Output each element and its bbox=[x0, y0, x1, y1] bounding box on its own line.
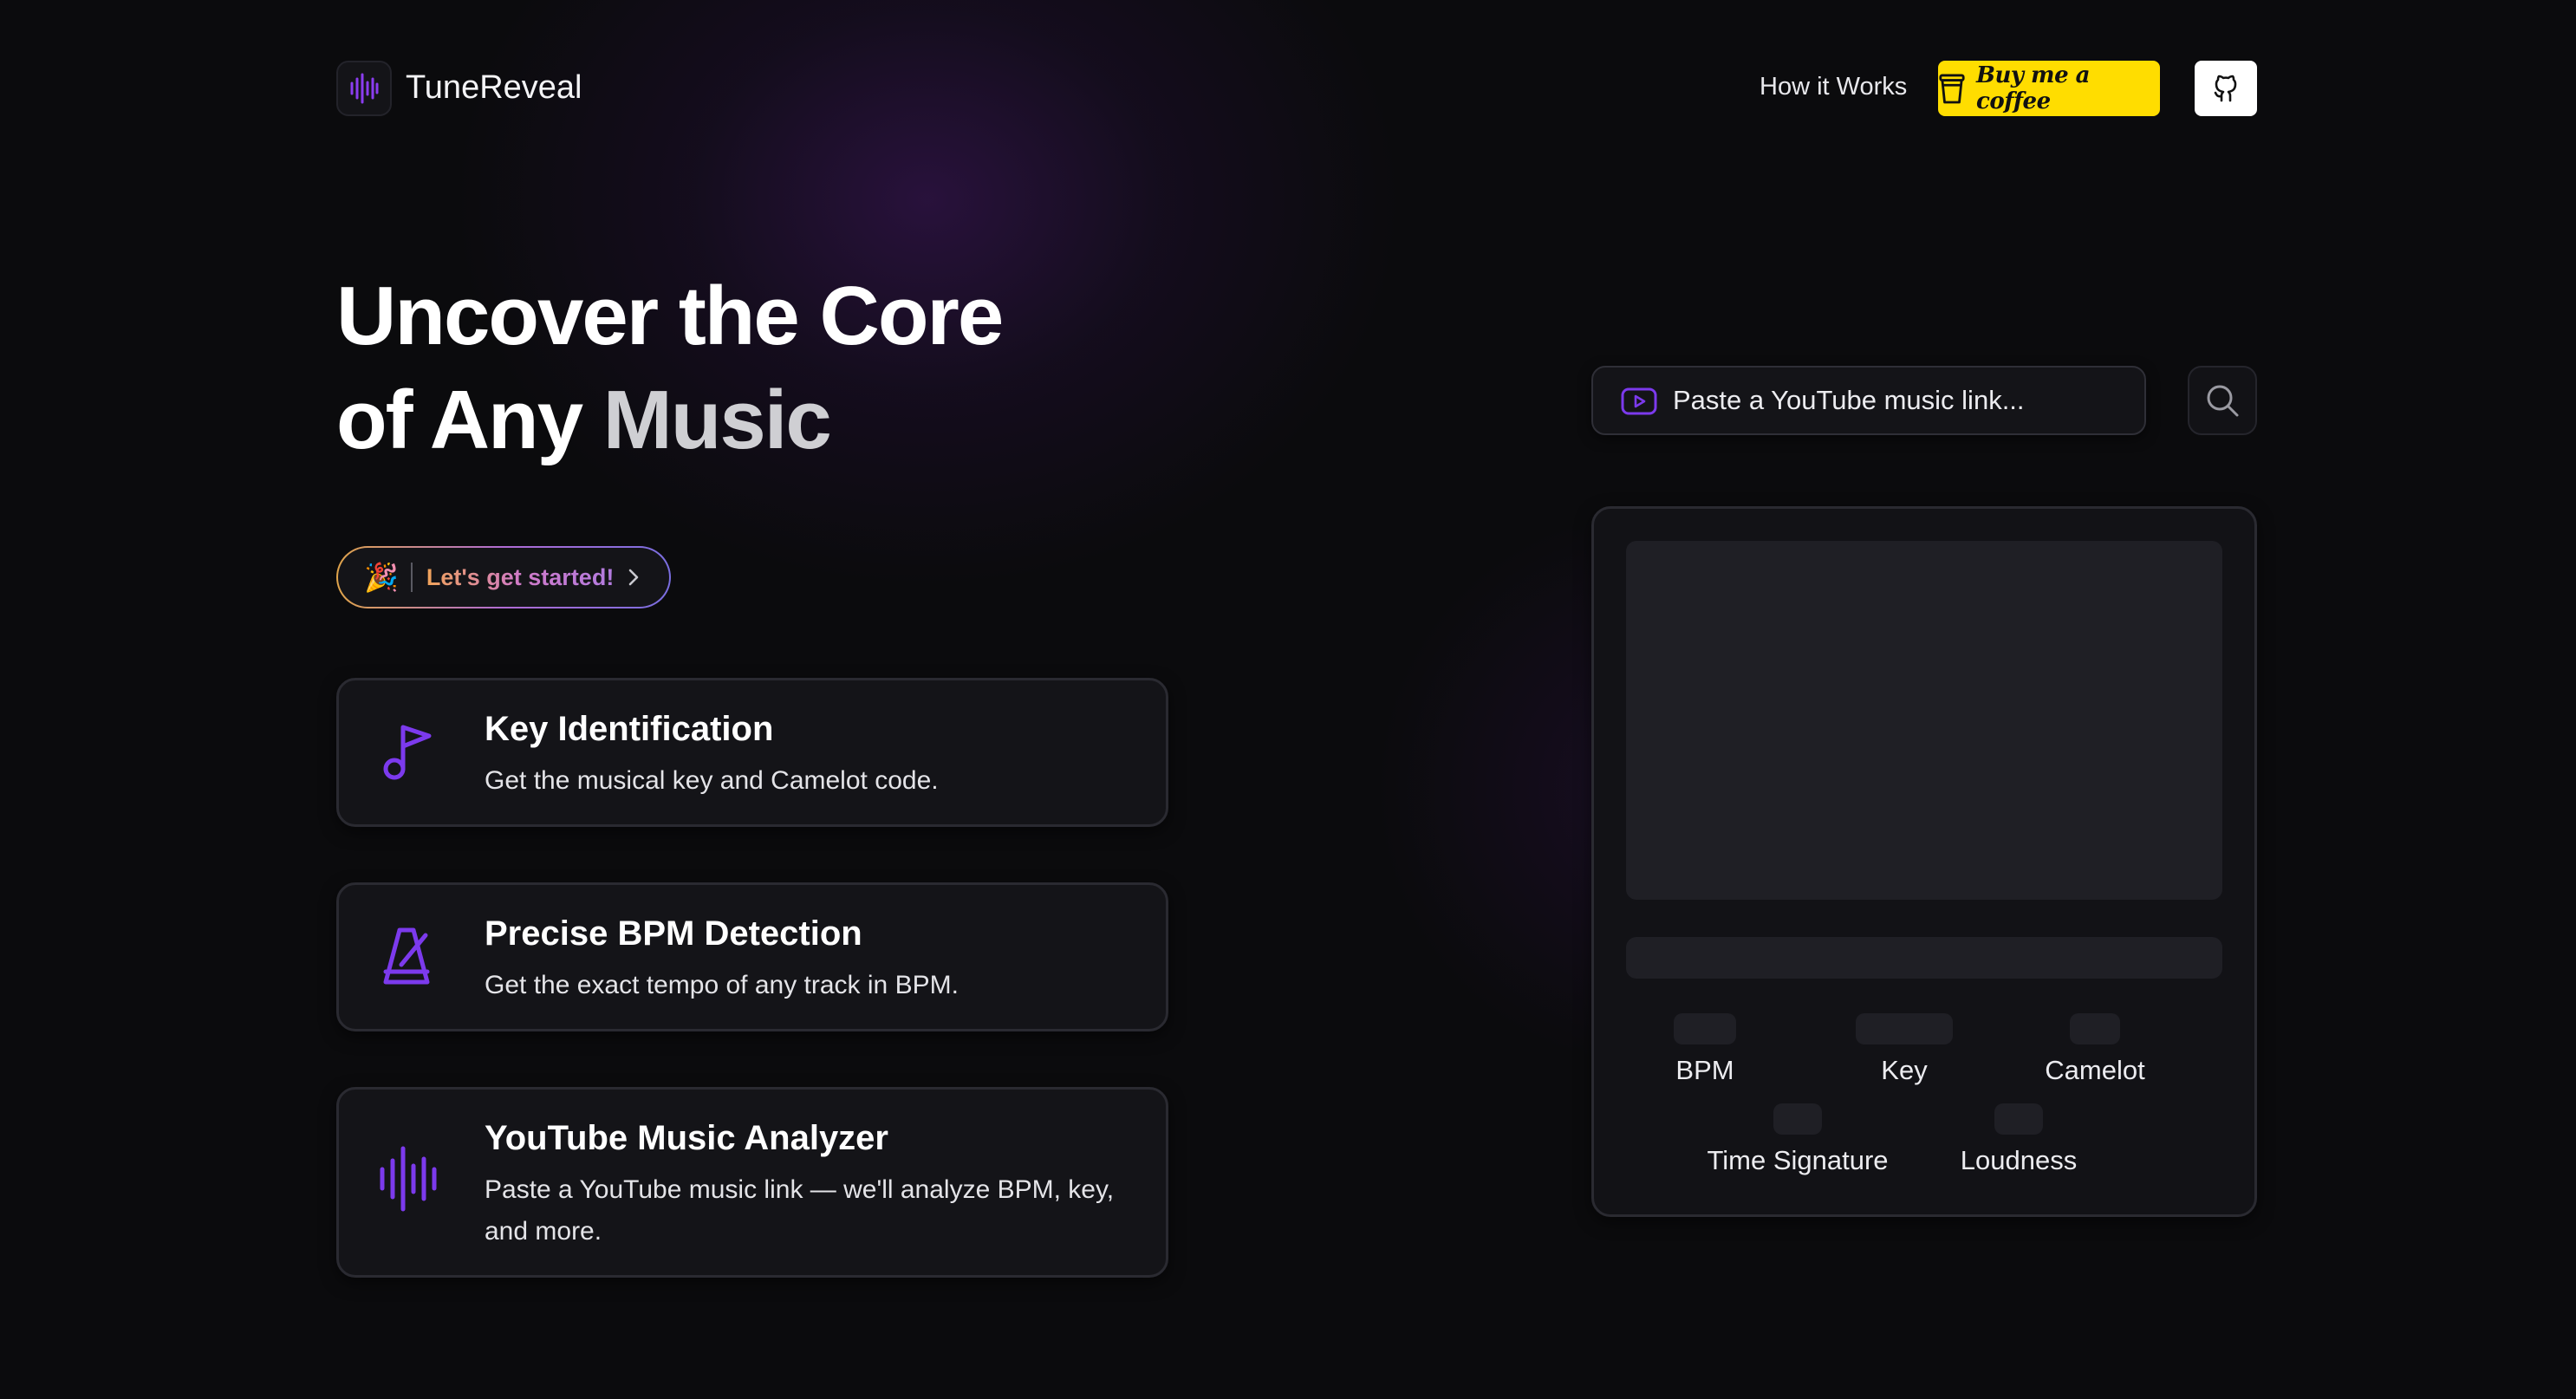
logo[interactable] bbox=[336, 61, 392, 116]
metric-value-placeholder bbox=[1856, 1013, 1953, 1044]
metric-label: Camelot bbox=[2045, 1055, 2145, 1085]
github-button[interactable] bbox=[2195, 61, 2257, 116]
title-placeholder bbox=[1626, 937, 2222, 979]
feature-card-key-identification: Key Identification Get the musical key a… bbox=[336, 678, 1168, 827]
chevron-right-icon bbox=[629, 569, 639, 586]
feature-title: Key Identification bbox=[485, 710, 774, 748]
feature-title: YouTube Music Analyzer bbox=[485, 1119, 888, 1157]
metric-label: Time Signature bbox=[1707, 1145, 1889, 1175]
metric-loudness: Loudness bbox=[1941, 1103, 2097, 1176]
coffee-cup-icon bbox=[1939, 74, 1965, 104]
hero-heading-line-2: of Any Music bbox=[336, 373, 832, 468]
youtube-link-input[interactable] bbox=[1673, 380, 2124, 421]
results-panel: BPM Key Camelot Time Signature Loudness bbox=[1591, 506, 2257, 1217]
hero-heading-highlight: Music bbox=[602, 374, 832, 466]
audio-waveform-icon bbox=[380, 1146, 437, 1212]
feature-card-youtube-analyzer: YouTube Music Analyzer Paste a YouTube m… bbox=[336, 1087, 1168, 1278]
metric-value-placeholder bbox=[1773, 1103, 1822, 1135]
get-started-button[interactable]: 🎉 Let's get started! bbox=[336, 546, 671, 608]
nav-how-it-works[interactable]: How it Works bbox=[1760, 73, 1907, 101]
feature-card-bpm-detection: Precise BPM Detection Get the exact temp… bbox=[336, 882, 1168, 1031]
metric-bpm: BPM bbox=[1646, 1013, 1764, 1086]
audio-waveform-icon bbox=[350, 73, 379, 104]
video-thumbnail-placeholder bbox=[1626, 541, 2222, 900]
get-started-label: Let's get started! bbox=[426, 563, 615, 590]
site-header: TuneReveal How it Works Buy me a coffee bbox=[336, 59, 2257, 118]
feature-description: Get the musical key and Camelot code. bbox=[485, 766, 939, 795]
buy-me-a-coffee-button[interactable]: Buy me a coffee bbox=[1938, 61, 2160, 116]
music-note-icon bbox=[383, 725, 432, 780]
coffee-label: Buy me a coffee bbox=[1976, 62, 2091, 114]
metric-label: Key bbox=[1881, 1055, 1928, 1085]
youtube-link-search-box bbox=[1591, 366, 2146, 435]
feature-description: Get the exact tempo of any track in BPM. bbox=[485, 971, 959, 999]
search-button[interactable] bbox=[2188, 366, 2257, 435]
brand-name[interactable]: TuneReveal bbox=[406, 69, 582, 107]
metric-camelot: Camelot bbox=[2026, 1013, 2164, 1086]
search-icon bbox=[2207, 385, 2239, 417]
feature-title: Precise BPM Detection bbox=[485, 914, 862, 953]
metric-label: Loudness bbox=[1960, 1145, 2078, 1175]
feature-description: Paste a YouTube music link — we'll analy… bbox=[485, 1175, 1115, 1246]
metric-value-placeholder bbox=[2070, 1013, 2120, 1044]
metric-label: BPM bbox=[1675, 1055, 1734, 1085]
github-icon bbox=[2214, 75, 2237, 102]
metric-key: Key bbox=[1845, 1013, 1963, 1086]
pill-divider bbox=[410, 563, 413, 592]
metric-value-placeholder bbox=[1674, 1013, 1736, 1044]
hero-heading-text: of Any bbox=[336, 374, 603, 466]
metric-time-signature: Time Signature bbox=[1698, 1103, 1897, 1176]
metric-value-placeholder bbox=[1994, 1103, 2043, 1135]
metronome-icon bbox=[383, 927, 430, 985]
hero-heading-line-1: Uncover the Core bbox=[336, 270, 1004, 362]
party-popper-icon: 🎉 bbox=[364, 562, 399, 593]
youtube-icon bbox=[1621, 387, 1657, 415]
